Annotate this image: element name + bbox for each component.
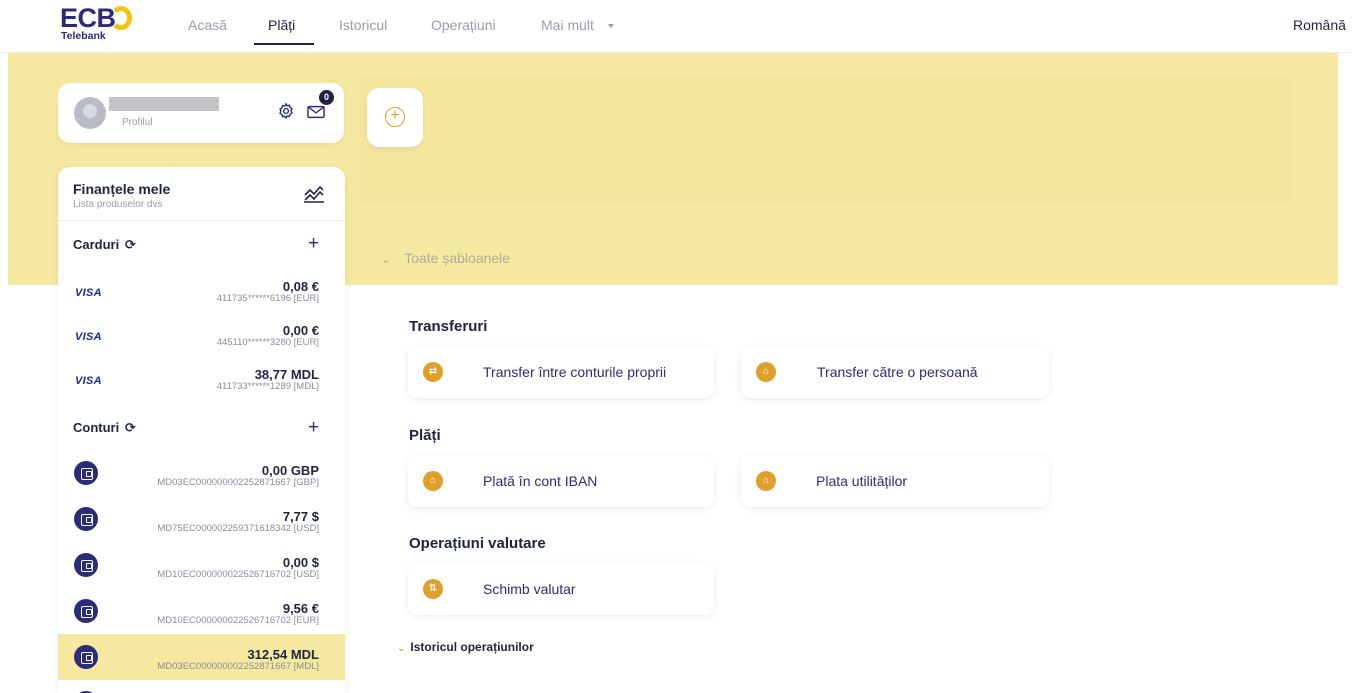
bank-icon: ⌂: [423, 471, 443, 491]
ecb-telebank-logo[interactable]: ECB Telebank: [60, 3, 132, 47]
card-number: 411733******1289 [MDL]: [216, 381, 319, 392]
operations-history-toggle[interactable]: ⌄ Istoricul operațiunilor: [397, 640, 534, 654]
account-item[interactable]: 7,77 $ MD75EC000002259371618342 [USD]: [58, 496, 345, 542]
visa-logo-icon: VISA: [75, 287, 102, 299]
account-iban: MD10EC000000022526716702 [EUR]: [157, 615, 319, 626]
transfer-to-person-button[interactable]: ⌂ Transfer către o persoană: [741, 346, 1049, 398]
plus-circle-icon[interactable]: +: [385, 107, 405, 127]
add-template-card[interactable]: +: [367, 88, 423, 147]
add-card-button[interactable]: +: [308, 234, 319, 253]
wallet-icon: [74, 507, 98, 531]
logo-word: ECB: [60, 3, 116, 33]
account-balance: 9,56 €: [282, 601, 319, 616]
account-balance: 0,00 GBP: [261, 463, 319, 478]
operation-label: Transfer către o persoană: [817, 364, 978, 380]
mail-icon[interactable]: [307, 105, 325, 119]
finances-title: Finanțele mele: [73, 181, 171, 197]
language-label: Română: [1293, 17, 1346, 33]
visa-logo-icon: VISA: [75, 375, 102, 387]
operation-label: Transfer între conturile proprii: [483, 364, 667, 380]
gear-icon[interactable]: [277, 102, 295, 120]
profile-card[interactable]: Profilul 0: [58, 83, 344, 143]
account-item[interactable]: 0,00 GBP MD03EC000000002252871667 [GBP]: [58, 450, 345, 496]
cards-section-header: Carduri ⟳: [73, 237, 136, 253]
chevron-down-icon: ⌄: [381, 254, 391, 266]
account-item[interactable]: [58, 680, 345, 693]
card-item[interactable]: VISA 0,00 € 445110******3280 [EUR]: [58, 317, 345, 361]
chevron-down-icon: ⌄: [397, 643, 406, 654]
avatar[interactable]: [74, 97, 106, 129]
currency-exchange-button[interactable]: ⇅ Schimb valutar: [408, 563, 714, 615]
add-account-button[interactable]: +: [308, 418, 319, 437]
card-item[interactable]: VISA 38,77 MDL 411733******1289 [MDL]: [58, 361, 345, 405]
account-balance: 312,54 MDL: [247, 647, 319, 662]
exchange-icon: ⇅: [423, 579, 443, 599]
cards-section-title: Carduri: [73, 237, 120, 252]
wallet-icon: [74, 461, 98, 485]
account-item-selected[interactable]: 312,54 MDL MD03EC000000002252871667 [MDL…: [58, 634, 345, 680]
group-title-payments: Plăți: [409, 427, 441, 444]
account-iban: MD03EC000000002252871667 [MDL]: [157, 661, 319, 672]
account-iban: MD75EC000002259371618342 [USD]: [157, 523, 319, 534]
account-item[interactable]: 9,56 € MD10EC000000022526716702 [EUR]: [58, 588, 345, 634]
logo-arc-icon: [110, 6, 132, 30]
operation-label: Plată în cont IBAN: [483, 473, 598, 489]
swap-icon: ⇄: [423, 362, 443, 382]
group-title-currency: Operațiuni valutare: [409, 535, 546, 552]
templates-area: [360, 78, 1290, 204]
nav-item-istoricul[interactable]: Istoricul: [339, 17, 387, 33]
operation-label: Plata utilităților: [816, 473, 908, 489]
account-balance: 0,00 $: [282, 555, 319, 570]
history-toggle-label: Istoricul operațiunilor: [410, 640, 534, 654]
templates-toggle[interactable]: ⌄ Toate șabloanele: [381, 250, 510, 266]
nav-item-acasa[interactable]: Acasă: [188, 17, 227, 33]
nav-item-mai-mult[interactable]: Mai mult: [541, 17, 594, 33]
unread-badge: 0: [319, 90, 334, 105]
card-item[interactable]: VISA 0,08 € 411735******6196 [EUR]: [58, 273, 345, 317]
nav-item-plati[interactable]: Plăți: [268, 17, 295, 33]
iban-payment-button[interactable]: ⌂ Plată în cont IBAN: [408, 455, 714, 507]
templates-toggle-label: Toate șabloanele: [404, 250, 511, 266]
refresh-icon[interactable]: ⟳: [125, 237, 136, 252]
account-iban: MD10EC000000022526716702 [USD]: [157, 569, 319, 580]
account-iban: MD03EC000000002252871667 [GBP]: [157, 477, 319, 488]
chart-icon[interactable]: [303, 183, 325, 203]
logo-subtitle: Telebank: [61, 30, 106, 42]
card-number: 445110******3280 [EUR]: [216, 337, 319, 348]
refresh-icon[interactable]: ⟳: [125, 420, 136, 435]
top-navbar: ECB Telebank Acasă Plăți Istoricul Opera…: [0, 0, 1352, 53]
profile-label: Profilul: [122, 117, 153, 128]
bank-icon: ⌂: [756, 362, 776, 382]
account-item[interactable]: 0,00 $ MD10EC000000022526716702 [USD]: [58, 542, 345, 588]
operation-label: Schimb valutar: [483, 581, 576, 597]
account-balance: 7,77 $: [282, 509, 319, 524]
card-number: 411735******6196 [EUR]: [216, 293, 319, 304]
chevron-down-icon[interactable]: [608, 24, 614, 28]
wallet-icon: [74, 553, 98, 577]
divider: [58, 220, 345, 221]
utilities-payment-button[interactable]: ⌂ Plata utilităților: [741, 455, 1049, 507]
card-balance: 0,00 €: [282, 323, 319, 338]
nav-item-operatiuni[interactable]: Operațiuni: [431, 17, 496, 33]
visa-logo-icon: VISA: [75, 331, 102, 343]
nav-active-indicator: [254, 43, 314, 45]
finances-subtitle: Lista produselor dvs: [73, 199, 163, 210]
accounts-section-title: Conturi: [73, 420, 120, 435]
finances-panel: Finanțele mele Lista produselor dvs Card…: [58, 167, 345, 693]
card-balance: 0,08 €: [282, 279, 319, 294]
accounts-section-header: Conturi ⟳: [73, 420, 136, 436]
wallet-icon: [74, 599, 98, 623]
user-name-redacted: [109, 97, 219, 111]
transfer-own-accounts-button[interactable]: ⇄ Transfer între conturile proprii: [408, 346, 714, 398]
group-title-transfers: Transferuri: [409, 318, 488, 335]
home-icon: ⌂: [756, 471, 776, 491]
wallet-icon: [74, 645, 98, 669]
card-balance: 38,77 MDL: [254, 367, 319, 382]
language-selector[interactable]: Română: [1293, 17, 1346, 33]
